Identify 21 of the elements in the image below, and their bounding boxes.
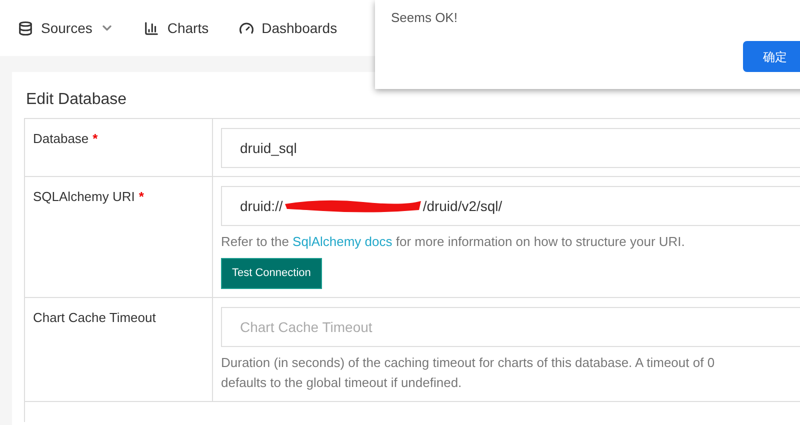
help-text: Duration (in seconds) of the caching timeout for charts of this database. A timeout of 0 — [221, 354, 716, 372]
field-label: Database — [33, 130, 89, 148]
confirm-button[interactable]: 确定 — [743, 41, 800, 72]
database-icon — [18, 20, 33, 36]
field-label: Chart Cache Timeout — [33, 309, 156, 327]
input-field[interactable]: druid:// /druid/v2/sql/ — [221, 186, 800, 226]
help-text: Refer to the SqlAlchemy docs for more information on how to structure your URI. — [221, 233, 686, 251]
bar-chart-icon — [144, 20, 160, 36]
required-mark: * — [92, 130, 98, 148]
nav-item[interactable]: Charts — [144, 18, 209, 38]
input-field[interactable]: Chart Cache Timeout — [221, 307, 800, 347]
panel-title: Edit Database — [25, 90, 128, 110]
nav-item[interactable]: Dashboards — [238, 18, 338, 38]
input-field[interactable]: druid_sql — [221, 128, 800, 168]
required-mark: * — [138, 188, 144, 206]
help-text: defaults to the global timeout if undefined. — [221, 374, 463, 392]
test-connection-button[interactable]: Test Connection — [221, 258, 322, 289]
dialog-message: Seems OK! — [391, 9, 458, 27]
nav-item[interactable]: Sources — [18, 18, 114, 38]
field-label: SQLAlchemy URI — [33, 188, 135, 206]
gauge-icon — [238, 20, 254, 36]
